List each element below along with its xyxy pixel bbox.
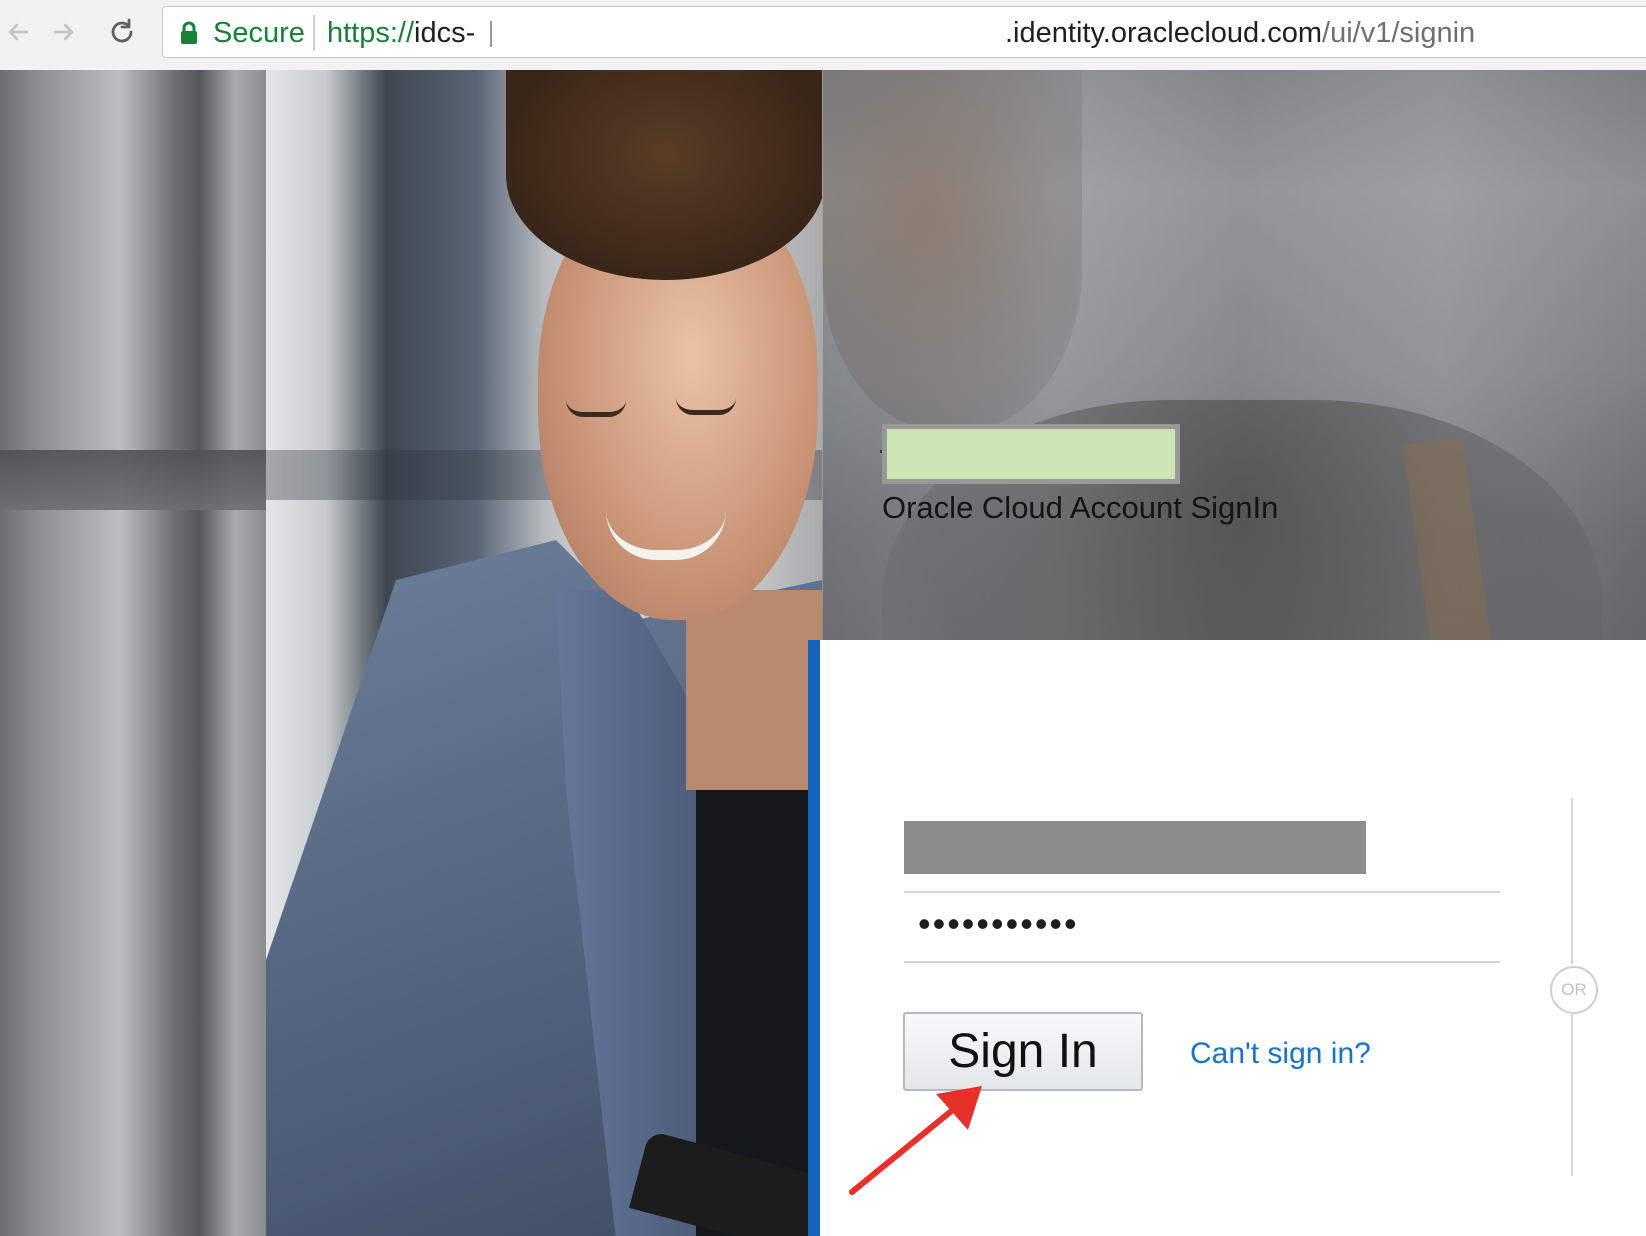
password-underline [904, 961, 1500, 963]
forward-arrow-icon [53, 23, 74, 41]
address-bar[interactable]: Secure https://idcs- .identity.oracleclo… [162, 6, 1646, 58]
browser-toolbar: Secure https://idcs- .identity.oracleclo… [0, 0, 1646, 71]
back-button[interactable] [0, 14, 36, 50]
or-divider-bottom [1571, 1012, 1573, 1176]
back-arrow-icon [8, 23, 29, 41]
cant-signin-link[interactable]: Can't sign in? [1190, 1037, 1371, 1071]
red-arrow-annotation-icon [849, 1086, 982, 1195]
url-redaction-mark [490, 21, 492, 47]
hero-photo [266, 70, 822, 1236]
url-path: /ui/v1/signin [1322, 17, 1476, 49]
url-scheme: https:// [327, 17, 415, 49]
secure-label: Secure [213, 17, 305, 49]
or-divider-top [1571, 798, 1573, 964]
page-title: Oracle Cloud Account SignIn [882, 490, 1279, 525]
username-field[interactable] [904, 821, 1366, 874]
tenant-logo [882, 424, 1180, 484]
forward-button[interactable] [46, 14, 82, 50]
url-host-start: idcs- [414, 17, 476, 49]
reload-button[interactable] [104, 14, 140, 50]
url-text-end: .identity.oraclecloud.com/ui/v1/signin [1005, 17, 1475, 50]
url-text: https://idcs- [327, 17, 475, 50]
password-masked-value: ••••••••••• [918, 903, 1079, 944]
url-host-end: .identity.oraclecloud.com [1005, 17, 1323, 49]
address-divider [313, 15, 315, 51]
username-underline [904, 891, 1500, 893]
background-divider [822, 70, 823, 710]
reload-icon [111, 18, 133, 43]
or-separator: OR [1550, 966, 1598, 1014]
background-window-left [0, 70, 266, 1236]
lock-icon [181, 21, 197, 44]
